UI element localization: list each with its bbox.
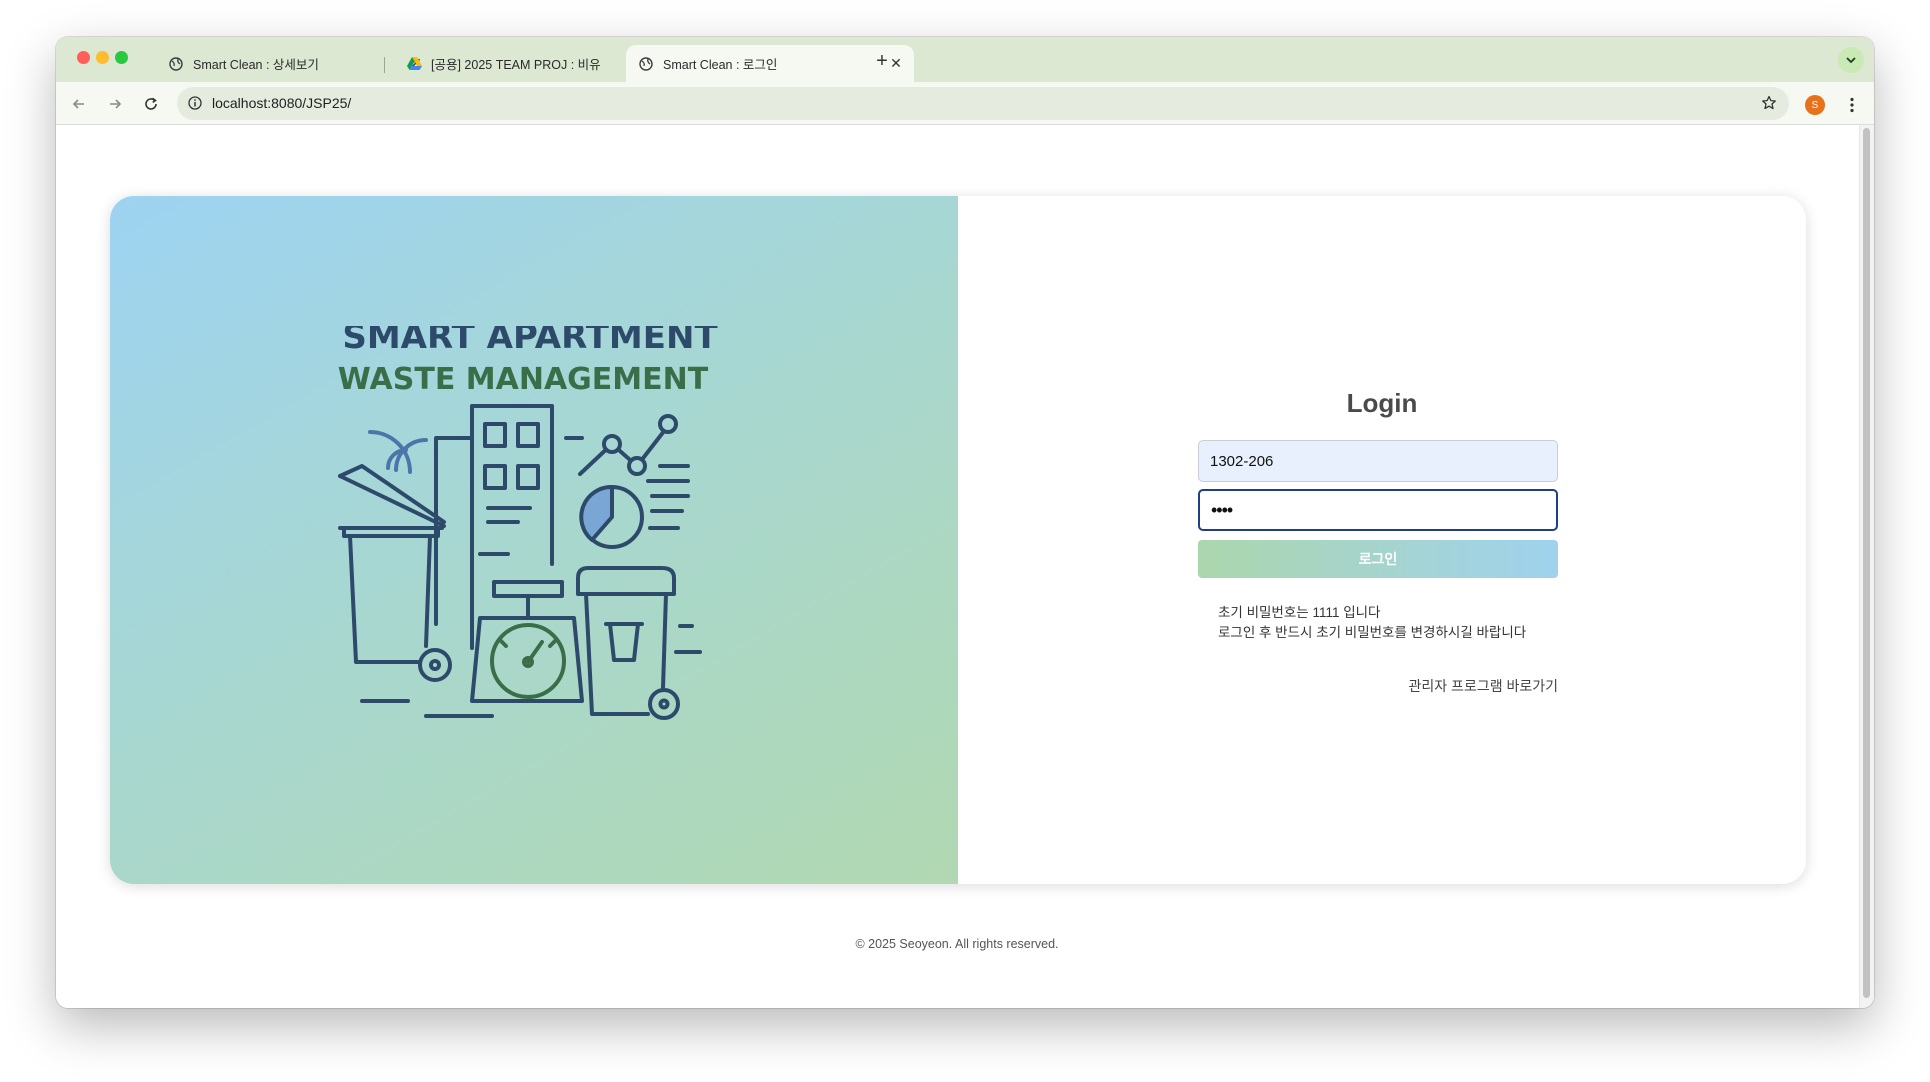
change-password-notice: 로그인 후 반드시 초기 비밀번호를 변경하시길 바랍니다 bbox=[1218, 625, 1527, 640]
login-title: Login bbox=[1346, 388, 1418, 418]
hero-title-line1: SMART APARTMENT bbox=[342, 326, 718, 357]
hero-panel: SMART APARTMENT WASTE MANAGEMENT bbox=[110, 196, 958, 884]
password-input[interactable]: •••• bbox=[1198, 489, 1558, 531]
back-button[interactable] bbox=[65, 90, 93, 118]
site-info-icon[interactable] bbox=[185, 93, 205, 113]
more-menu-icon[interactable] bbox=[1842, 95, 1862, 115]
forward-button[interactable] bbox=[101, 90, 129, 118]
login-card: SMART APARTMENT WASTE MANAGEMENT Login 1… bbox=[110, 196, 1806, 884]
login-panel: Login 1302-206 •••• 로그인 초기 비밀번호는 1111 입니… bbox=[958, 196, 1806, 884]
tab-title: Smart Clean : 상세보기 bbox=[193, 58, 319, 72]
tab-title: [공용] 2025 TEAM PROJ : 비유 bbox=[431, 58, 601, 72]
reload-icon bbox=[145, 97, 157, 110]
drive-icon bbox=[406, 56, 422, 72]
minimize-window-button[interactable] bbox=[96, 51, 109, 64]
maximize-window-button[interactable] bbox=[115, 51, 128, 64]
address-bar[interactable]: localhost:8080/JSP25/ bbox=[177, 87, 1789, 120]
arrow-right-icon bbox=[110, 99, 122, 109]
tab-divider bbox=[384, 57, 385, 73]
hero-title-line2: WASTE MANAGEMENT bbox=[338, 362, 709, 397]
url-text[interactable]: localhost:8080/JSP25/ bbox=[212, 87, 351, 120]
tab-smart-clean-detail[interactable]: Smart Clean : 상세보기 ✕ bbox=[156, 45, 434, 82]
profile-avatar[interactable]: S bbox=[1805, 95, 1825, 115]
arrow-left-icon bbox=[72, 99, 84, 109]
page-viewport: SMART APARTMENT WASTE MANAGEMENT Login 1… bbox=[56, 125, 1874, 1008]
user-id-input[interactable]: 1302-206 bbox=[1198, 440, 1558, 482]
tab-search-button[interactable] bbox=[1838, 47, 1864, 73]
globe-icon bbox=[638, 56, 654, 72]
chevron-down-icon bbox=[1846, 56, 1856, 63]
initial-password-notice: 초기 비밀번호는 1111 입니다 bbox=[1218, 605, 1381, 620]
admin-program-link[interactable]: 관리자 프로그램 바로가기 bbox=[1409, 676, 1558, 696]
scrollbar-thumb[interactable] bbox=[1863, 128, 1870, 998]
browser-toolbar: localhost:8080/JSP25/ S bbox=[56, 82, 1874, 125]
tab-title: Smart Clean : 로그인 bbox=[663, 58, 778, 72]
close-window-button[interactable] bbox=[77, 51, 90, 64]
vertical-scrollbar[interactable] bbox=[1859, 125, 1874, 1008]
page-footer: © 2025 Seoyeon. All rights reserved. bbox=[855, 937, 1059, 951]
login-button[interactable]: 로그인 bbox=[1198, 540, 1558, 578]
new-tab-button[interactable]: + bbox=[868, 47, 896, 75]
tab-bar: Smart Clean : 상세보기 ✕ [공용] 2025 TEAM PROJ… bbox=[56, 37, 1874, 82]
browser-window: Smart Clean : 상세보기 ✕ [공용] 2025 TEAM PROJ… bbox=[56, 37, 1874, 1008]
reload-button[interactable] bbox=[137, 90, 165, 118]
globe-icon bbox=[168, 56, 184, 72]
bookmark-star-icon[interactable] bbox=[1759, 93, 1779, 113]
waste-management-illustration: SMART APARTMENT WASTE MANAGEMENT bbox=[338, 326, 718, 720]
